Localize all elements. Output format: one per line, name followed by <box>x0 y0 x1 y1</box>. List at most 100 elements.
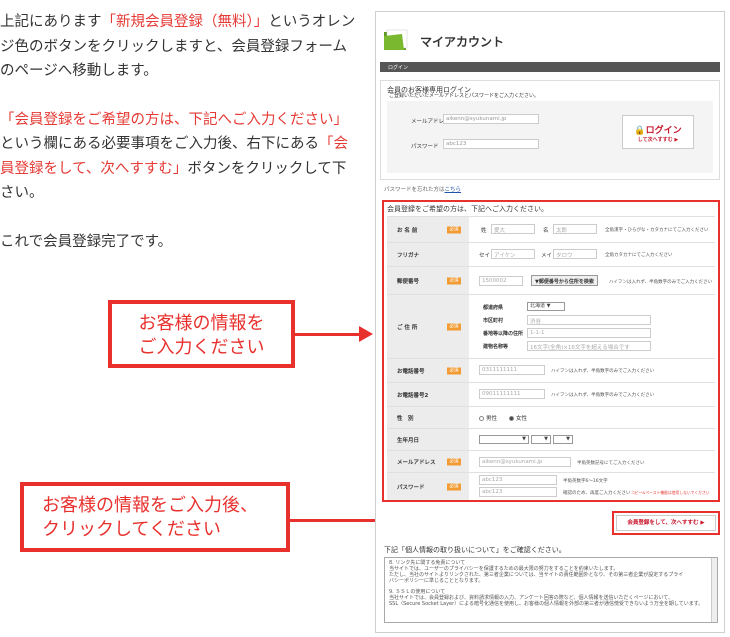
required-badge: 必須 <box>447 323 461 330</box>
phone2-label: お電話番号2 <box>397 392 429 399</box>
required-badge: 必須 <box>447 458 461 465</box>
row-birthday: 生年月日 ▼ ▼ ▼ <box>387 428 715 450</box>
row-address: ご 住 所 必須 都道府県 北海道 ▼ 市区町村 渋谷 番地等以降の住所 1-1-… <box>387 294 715 358</box>
address-label: ご 住 所 <box>397 324 418 331</box>
email-label: メールアドレス <box>397 459 436 466</box>
registration-form: 会員登録をご希望の方は、下記へご入力ください。 お 名 前必須 姓 愛大 名 太… <box>382 200 720 502</box>
prefecture-value: 北海道 <box>530 303 546 309</box>
required-badge: 必須 <box>447 367 461 374</box>
chevron-down-icon: ▼ <box>522 436 526 442</box>
gender-female-option[interactable]: 女性 <box>509 414 527 422</box>
intro-paragraph-2: 「会員登録をご希望の方は、下記へご入力ください」という欄にある必要事項をご入力後… <box>0 108 360 206</box>
row-label-address: ご 住 所 必須 <box>387 295 469 358</box>
login-button-main: ログイン <box>645 126 682 136</box>
row-label-kana: フリガナ <box>387 243 469 266</box>
panel-header: マイアカウント <box>376 12 724 62</box>
callout-enter-info: お客様の情報を ご入力ください <box>108 300 295 368</box>
city-input[interactable]: 渋谷 <box>527 315 651 325</box>
registration-screenshot-panel: マイアカウント ログイン 会員のお客様専用ログイン ご登録いただいたメールアドレ… <box>375 11 725 633</box>
forgot-password-link[interactable]: こちら <box>445 187 462 193</box>
tab-login[interactable]: ログイン <box>380 62 720 72</box>
page-title: マイアカウント <box>420 35 505 49</box>
row-label-phone: お電話番号 必須 <box>387 359 469 382</box>
building-input[interactable]: 16文字(全角)×16文字を超える場合です <box>527 341 651 351</box>
birth-day-select[interactable]: ▼ <box>553 435 573 444</box>
chevron-down-icon: ▼ <box>566 436 570 442</box>
chevron-down-icon: ▼ <box>546 303 551 309</box>
chevron-down-icon: ▼ <box>544 436 548 442</box>
phone-note: ハイフンは入れず、半角数字のみでご入力ください <box>551 369 655 374</box>
privacy-title: 下記「個人情報の取り扱いについて」をご確認ください。 <box>384 546 566 554</box>
row-label-phone2: お電話番号2 <box>387 383 469 406</box>
zip-note: ハイフンは入れず、半角数字のみでご入力ください <box>609 280 713 285</box>
password-confirm-note: 確認のため、再度ご入力ください <box>563 491 631 496</box>
city-label: 市区町村 <box>483 318 504 324</box>
register-submit-label: 会員登録をして、次へすすむ ▶ <box>616 515 716 531</box>
password-note: 半角英数字6〜16文字 <box>563 479 608 484</box>
intro-paragraph-1: 上記にあります「新規会員登録（無料）」というオレンジ色のボタンをクリックしますと… <box>0 10 360 84</box>
login-button-sub: して次へすすむ ▶ <box>637 137 679 143</box>
row-name: お 名 前 必須 姓 愛大 名 太郎 全角漢字・ひらがな・カタカナにてご入力くださ… <box>387 216 715 242</box>
last-name-kana-input[interactable]: アイケン <box>491 249 535 259</box>
password-confirm-input[interactable]: abc123 <box>479 487 557 497</box>
login-password-label: パスワード <box>411 144 439 150</box>
zip-search-button[interactable]: ▼郵便番号から住所を検索 <box>531 275 598 286</box>
zip-input[interactable]: 1500002 <box>479 276 523 286</box>
zip-label: 郵便番号 <box>397 278 420 285</box>
mei-kana-label: メイ <box>541 253 553 259</box>
row-label-email: メールアドレス 必須 <box>387 451 469 472</box>
login-password-input[interactable]: abc123 <box>443 139 539 149</box>
first-name-kana-input[interactable]: タロウ <box>553 249 597 259</box>
gender-female-label: 女性 <box>516 416 528 422</box>
email-input[interactable]: aikenn@syukunami.jp <box>479 457 571 467</box>
gender-male-option[interactable]: 男性 <box>479 414 497 422</box>
row-label-password: パスワード 必須 <box>387 473 469 500</box>
phone2-input[interactable]: 09011111111 <box>479 389 545 399</box>
privacy-line: SSL（Secure Socket Layer）による暗号化通信を使用し、お客様… <box>389 601 704 607</box>
lock-icon: 🔒 <box>634 126 646 136</box>
radio-female[interactable] <box>509 416 514 421</box>
birthday-label: 生年月日 <box>397 437 420 444</box>
arrow-line-1 <box>295 333 361 336</box>
registration-form-title: 会員登録をご希望の方は、下記へご入力ください。 <box>387 205 548 213</box>
row-gender: 性 別 男性 女性 <box>387 406 715 428</box>
register-submit-button[interactable]: 会員登録をして、次へすすむ ▶ <box>612 511 720 535</box>
birth-month-select[interactable]: ▼ <box>531 435 551 444</box>
name-note: 全角漢字・ひらがな・カタカナにてご入力ください <box>605 228 709 233</box>
sei-kana-label: セイ <box>479 253 491 259</box>
gender-label: 性 別 <box>397 415 414 422</box>
gender-male-label: 男性 <box>486 416 498 422</box>
arrow-head-1-icon <box>359 326 373 342</box>
first-name-input[interactable]: 太郎 <box>553 224 597 234</box>
kana-note: 全角カタカナにてご入力ください <box>605 253 673 258</box>
login-button[interactable]: 🔒ログイン して次へすすむ ▶ <box>622 115 694 149</box>
login-form-area: ご登録いただいたメールアドレスとパスワードをご入力ください。 メールアドレス a… <box>387 93 713 173</box>
intro-text-1a: 上記にあります <box>0 14 102 30</box>
row-label-name: お 名 前 必須 <box>387 217 469 242</box>
street-input[interactable]: 1-1-1 <box>527 328 651 338</box>
birth-year-select[interactable]: ▼ <box>479 435 529 444</box>
forgot-password-text: パスワードを忘れた方はこちら <box>384 185 461 193</box>
privacy-textarea[interactable]: 8. リンク先に関する免責について 当サイトでは、ユーザーのプライバシーを保護す… <box>384 557 718 623</box>
row-label-birthday: 生年月日 <box>387 429 469 450</box>
row-phone2: お電話番号2 09011111111 ハイフンは入れず、半角数字のみでご入力くだ… <box>387 382 715 406</box>
email-note: 半角英数記号にてご入力ください <box>577 461 645 466</box>
password-input[interactable]: abc123 <box>479 475 557 485</box>
password-label: パスワード <box>397 484 425 491</box>
login-box: 会員のお客様専用ログイン ご登録いただいたメールアドレスとパスワードをご入力くだ… <box>380 80 720 180</box>
row-phone: お電話番号 必須 0311111111 ハイフンは入れず、半角数字のみでご入力くだ… <box>387 358 715 382</box>
intro-text: 上記にあります「新規会員登録（無料）」というオレンジ色のボタンをクリックしますと… <box>0 10 360 278</box>
required-badge: 必須 <box>447 483 461 490</box>
phone-input[interactable]: 0311111111 <box>479 365 545 375</box>
privacy-scrollbar[interactable] <box>711 558 717 622</box>
last-name-input[interactable]: 愛大 <box>491 224 535 234</box>
forgot-password-label: パスワードを忘れた方は <box>384 187 445 193</box>
radio-male[interactable] <box>479 416 484 421</box>
mei-label: 名 <box>543 228 549 234</box>
sei-label: 姓 <box>481 228 487 234</box>
login-email-input[interactable]: aikenn@syukunami.jp <box>443 114 539 124</box>
intro-highlight-form: 「会員登録をご希望の方は、下記へご入力ください」 <box>0 111 348 128</box>
prefecture-select[interactable]: 北海道 ▼ <box>527 302 565 311</box>
password-warning: コピー&ペースト機能は使用しないでください <box>631 490 710 495</box>
kana-label: フリガナ <box>397 252 420 259</box>
